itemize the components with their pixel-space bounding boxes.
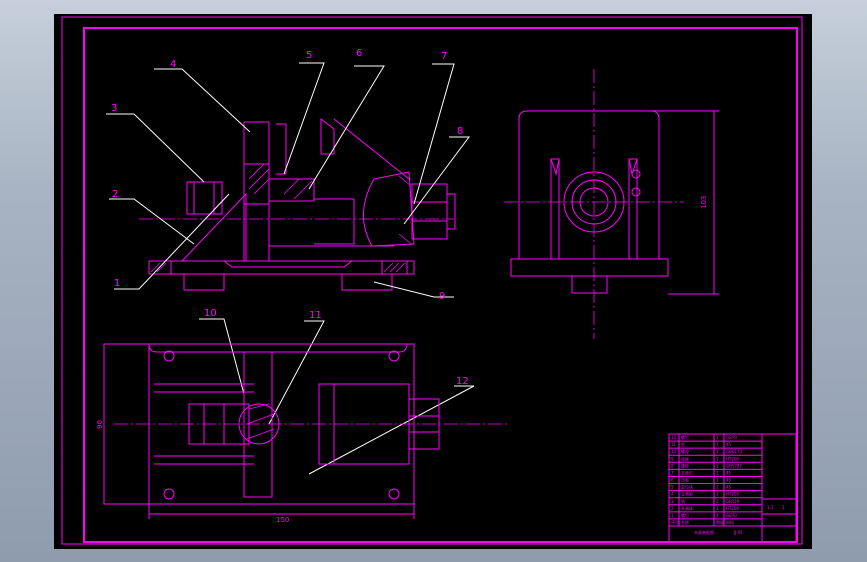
title-block-cell: 4 [671, 492, 674, 497]
title-block-cell: 压板 [681, 477, 689, 483]
title-block-cell: GB119 [726, 499, 740, 504]
callout-10: 10 [204, 308, 217, 319]
title-block-cell: 材料 [726, 519, 734, 525]
title-block-cell: 45 [726, 470, 732, 475]
title-block-cell: 定位块 [681, 484, 693, 490]
title-block-cell: 12 [671, 435, 677, 440]
title-block-cell: 支承钉 [681, 469, 693, 475]
title-block-cell: HT200 [726, 506, 740, 511]
title-block-cell: 支承板 [681, 491, 693, 497]
callout-2: 2 [112, 189, 118, 200]
title-block-cell: 1 [716, 506, 719, 511]
callout-12: 12 [456, 376, 469, 387]
callout-8: 8 [457, 126, 463, 137]
title-block-cell: 名称 [681, 519, 689, 525]
title-block-drawing-no: JJ-01 [733, 530, 743, 535]
title-block-cell: 1 [716, 478, 719, 483]
title-block-cell: GB70 [726, 435, 737, 440]
inner-border [83, 27, 798, 543]
outer-border [61, 16, 803, 545]
side-view [504, 69, 719, 339]
cad-viewport[interactable]: 1 2 3 4 5 6 7 8 9 10 11 12 103 150 90 12… [54, 14, 812, 549]
title-block-cell: GB5782 [726, 463, 742, 468]
side-height-dim: 103 [700, 196, 708, 209]
title-block-sheet: 1 [782, 505, 785, 510]
title-block-cell: 螺钉 [681, 512, 689, 518]
front-view [139, 117, 456, 291]
title-block-cell: 2 [671, 506, 674, 511]
callout-6: 6 [356, 48, 362, 59]
title-block-cell: 45 [726, 442, 732, 447]
title-block-cell: 1 [716, 449, 719, 454]
title-block-cell: 2 [716, 499, 719, 504]
callout-4: 4 [170, 59, 176, 70]
title-block-cell: 11 [671, 442, 677, 447]
title-block-cell: 销 [681, 498, 685, 504]
title-block-cell: 1 [671, 513, 674, 518]
title-block-cell: 螺母 [681, 448, 689, 454]
callout-7: 7 [441, 51, 447, 62]
title-block-cell: GB70 [726, 513, 737, 518]
title-block-cell: 1 [716, 470, 719, 475]
callout-9: 9 [439, 291, 445, 302]
top-view [103, 343, 509, 519]
title-block-cell: 底座 [681, 455, 689, 461]
title-block-cell: 10 [671, 449, 677, 454]
title-block-cell: 数量 [716, 519, 724, 525]
callout-3: 3 [111, 103, 117, 114]
bottom-width-dim: 150 [276, 516, 289, 524]
title-block-cell: 1 [716, 463, 719, 468]
title-block-cell: 5 [671, 485, 674, 490]
title-block-cell: 8 [671, 463, 674, 468]
title-block-cell: 4 [716, 513, 719, 518]
title-block-drawing-name: 夹具装配图 [694, 529, 714, 535]
title-block-cell: HT200 [726, 492, 740, 497]
left-height-dim: 90 [96, 420, 104, 429]
title-block-cell: 垫 [681, 441, 685, 447]
title-block-cell: 螺栓 [681, 462, 689, 468]
title-block-cell: 9 [671, 456, 674, 461]
title-block-scale: 1:1 [767, 505, 774, 510]
title-block-cell: 45 [726, 478, 732, 483]
title-block-cell: 3 [671, 499, 674, 504]
title-block-cell: 6 [671, 478, 674, 483]
callout-5: 5 [306, 50, 312, 61]
title-block-cell: GB6170 [726, 449, 742, 454]
callout-11: 11 [309, 310, 322, 321]
title-block-cell: HT200 [726, 456, 740, 461]
title-block-cell: 1 [716, 442, 719, 447]
title-block-cell: 螺钉 [681, 434, 689, 440]
title-block-cell: 1 [716, 435, 719, 440]
title-block-cell: 1 [716, 456, 719, 461]
title-block-cell: 1 [716, 485, 719, 490]
title-block-cell: 7 [671, 470, 674, 475]
title-block-cell: 夹具体 [681, 505, 693, 511]
callout-1: 1 [114, 278, 120, 289]
title-block-cell: 45 [726, 485, 732, 490]
title-block-rows: 12 螺钉 1 GB7011 垫 1 4510 螺母 1 GB61709 底座 1 HT2008 螺栓 1 G… [669, 434, 762, 527]
title-block-cell: 1 [716, 492, 719, 497]
title-block-cell: 序号 [671, 519, 679, 525]
leader-lines [106, 62, 475, 475]
cad-drawing: 1 2 3 4 5 6 7 8 9 10 11 12 103 150 90 12… [61, 16, 803, 545]
